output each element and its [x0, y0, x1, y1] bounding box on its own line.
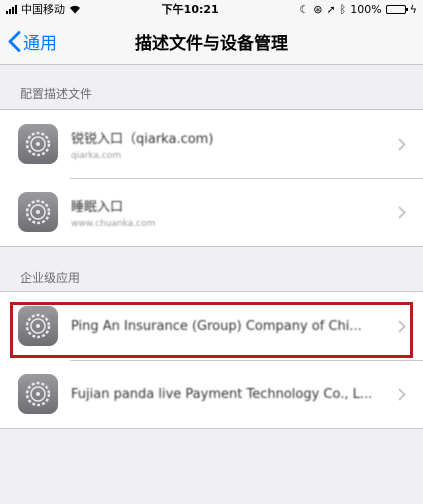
carrier-label: 中国移动 [21, 3, 65, 16]
row-title: 睡眠入口 [71, 199, 124, 215]
chevron-right-icon [398, 387, 406, 401]
row-subtitle: www.chuanka.com [71, 218, 156, 229]
navigation-bar: 通用 描述文件与设备管理 [0, 18, 423, 65]
battery-percent: 100% [350, 2, 382, 16]
chevron-right-icon [398, 319, 406, 333]
battery-icon [385, 4, 408, 14]
row-title: 锐锐入口（qiarka.com) [71, 131, 214, 147]
list-item[interactable]: 睡眠入口 www.chuanka.com [0, 178, 423, 246]
row-title: Ping An Insurance (Group) Company of Chi… [71, 318, 362, 334]
chevron-right-icon [398, 137, 406, 151]
lock-rotation-icon: ⊛ [313, 2, 323, 16]
wifi-icon [70, 5, 80, 13]
location-icon: ➚ [326, 2, 336, 16]
list-item[interactable]: Fujian panda live Payment Technology Co.… [0, 360, 423, 428]
profiles-list: 锐锐入口（qiarka.com) qiarka.com 睡眠入口 www.chu… [0, 109, 423, 247]
row-subtitle: qiarka.com [71, 150, 122, 161]
settings-gear-icon [18, 124, 58, 164]
list-item[interactable]: Ping An Insurance (Group) Company of Chi… [0, 292, 423, 360]
chevron-right-icon [398, 205, 406, 219]
moon-icon: ☾ [299, 2, 310, 16]
back-label: 通用 [23, 33, 57, 54]
back-button[interactable]: 通用 [8, 18, 57, 64]
settings-gear-icon [18, 374, 58, 414]
page-title: 描述文件与设备管理 [135, 33, 288, 54]
list-item[interactable]: 锐锐入口（qiarka.com) qiarka.com [0, 110, 423, 178]
bluetooth-icon: ᛒ [339, 2, 347, 16]
status-bar: 中国移动 下午10:21 ☾ ⊛ ➚ ᛒ 100% ϟ [0, 0, 423, 18]
section-header-profiles: 配置描述文件 [20, 87, 93, 101]
enterprise-apps-list: Ping An Insurance (Group) Company of Chi… [0, 291, 423, 429]
charging-icon: ϟ [409, 2, 417, 16]
section-header-enterprise: 企业级应用 [20, 271, 81, 285]
signal-icon [6, 4, 17, 14]
row-title: Fujian panda live Payment Technology Co.… [71, 386, 373, 402]
settings-gear-icon [18, 306, 58, 346]
chevron-left-icon [8, 30, 21, 52]
settings-gear-icon [18, 192, 58, 232]
time-label: 下午10:21 [161, 3, 219, 16]
